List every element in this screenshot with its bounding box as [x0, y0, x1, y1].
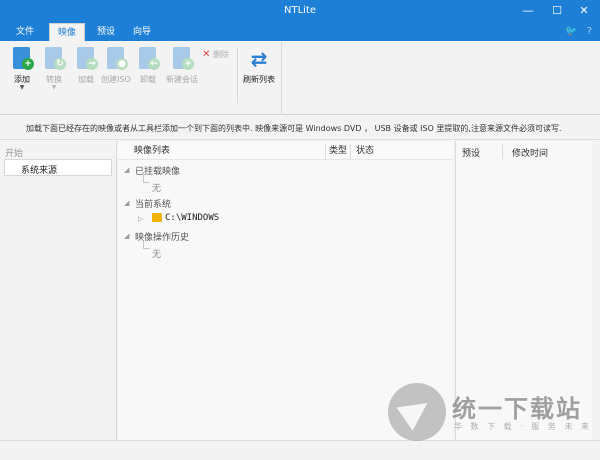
expand-arrow-icon[interactable]: ▷ — [138, 215, 143, 223]
title-bar: NTLite — ☐ ✕ — [0, 0, 600, 23]
help-icon[interactable]: ? — [587, 26, 592, 37]
create-iso-icon: ● — [104, 47, 128, 71]
column-type[interactable]: 类型 — [326, 144, 351, 159]
collapse-arrow-icon[interactable]: ◢ — [124, 232, 129, 240]
minimize-button[interactable]: — — [517, 3, 539, 19]
delete-label: 删除 — [212, 50, 229, 59]
unload-button[interactable]: ← 卸载 — [131, 47, 165, 85]
refresh-label: 刷新列表 — [243, 75, 275, 84]
add-button[interactable]: + 添加 ▼ — [5, 47, 39, 91]
create-iso-label: 创建ISO — [101, 75, 131, 84]
new-session-icon: + — [170, 47, 194, 71]
unload-label: 卸载 — [140, 75, 156, 84]
refresh-icon: ⇄ — [250, 47, 268, 71]
folder-icon — [152, 213, 162, 222]
collapse-arrow-icon[interactable]: ◢ — [124, 166, 129, 174]
collapse-arrow-icon[interactable]: ◢ — [124, 199, 129, 207]
column-image-list[interactable]: 映像列表 — [118, 144, 326, 159]
column-modified-time[interactable]: 修改时间 — [512, 146, 548, 159]
chevron-down-icon: ▼ — [51, 84, 57, 91]
close-button[interactable]: ✕ — [573, 3, 595, 19]
column-separator — [502, 144, 503, 159]
tab-wizard[interactable]: 向导 — [127, 23, 157, 41]
maximize-button[interactable]: ☐ — [546, 3, 568, 19]
tab-presets[interactable]: 预设 — [92, 23, 120, 41]
ribbon-toolbar: + 添加 ▼ ↻ 转换 ▼ → 加载 ● 创建ISO ← 卸载 + 新建会话 ✕… — [0, 41, 600, 115]
start-label: 开始 — [5, 149, 24, 159]
new-session-button[interactable]: + 新建会话 — [163, 47, 201, 85]
add-icon: + — [10, 47, 34, 71]
status-bar — [0, 440, 600, 460]
create-iso-button[interactable]: ● 创建ISO — [99, 47, 133, 85]
unload-icon: ← — [136, 47, 160, 71]
sidebar-item-label: 系统来源 — [21, 166, 58, 176]
watermark-subtext: 华 数 下 载 · 服 务 未 来 — [454, 422, 592, 431]
load-button[interactable]: → 加载 — [69, 47, 103, 85]
column-status[interactable]: 状态 — [351, 144, 451, 159]
sidebar-item-system-source[interactable]: 系统来源 — [4, 159, 112, 176]
left-pane: 开始 系统来源 — [0, 141, 117, 440]
tree-node-history-empty: 无 — [152, 250, 162, 260]
tree-node-mounted[interactable]: 已挂载映像 — [135, 164, 180, 177]
convert-icon: ↻ — [42, 47, 66, 71]
convert-button[interactable]: ↻ 转换 ▼ — [37, 47, 71, 91]
ribbon-separator — [281, 43, 282, 113]
info-text: 加载下面已经存在的映像或者从工具栏添加一个到下面的列表中. 映像来源可是 Win… — [26, 124, 562, 133]
tree-connector — [143, 241, 150, 249]
twitter-icon[interactable]: 🐦 — [565, 26, 577, 37]
tree-node-windows[interactable]: C:\WINDOWS — [165, 213, 219, 223]
tree-node-mounted-empty: 无 — [152, 184, 162, 194]
load-label: 加载 — [78, 75, 94, 84]
watermark-text: 统一下载站 — [452, 395, 582, 423]
chevron-down-icon: ▼ — [19, 84, 25, 91]
column-preset[interactable]: 预设 — [462, 146, 480, 159]
info-bar: 加载下面已经存在的映像或者从工具栏添加一个到下面的列表中. 映像来源可是 Win… — [0, 116, 600, 140]
ribbon-separator — [237, 47, 238, 103]
tab-image[interactable]: 映像 — [49, 23, 85, 41]
social-icons: 🐦 ? — [565, 26, 592, 37]
tree-connector — [143, 175, 150, 183]
tab-file[interactable]: 文件 — [10, 23, 40, 41]
tree-node-current-system[interactable]: 当前系统 — [135, 197, 171, 210]
menu-bar: 文件 映像 预设 向导 🐦 ? — [0, 23, 600, 41]
delete-icon: ✕ — [202, 49, 211, 60]
delete-button[interactable]: ✕ 删除 — [202, 49, 229, 60]
watermark-logo-icon — [388, 383, 446, 441]
load-icon: → — [74, 47, 98, 71]
refresh-button[interactable]: ⇄ 刷新列表 — [241, 47, 277, 85]
watermark: 统一下载站 华 数 下 载 · 服 务 未 来 — [388, 383, 589, 443]
new-session-label: 新建会话 — [166, 75, 198, 84]
window-title: NTLite — [283, 5, 316, 16]
